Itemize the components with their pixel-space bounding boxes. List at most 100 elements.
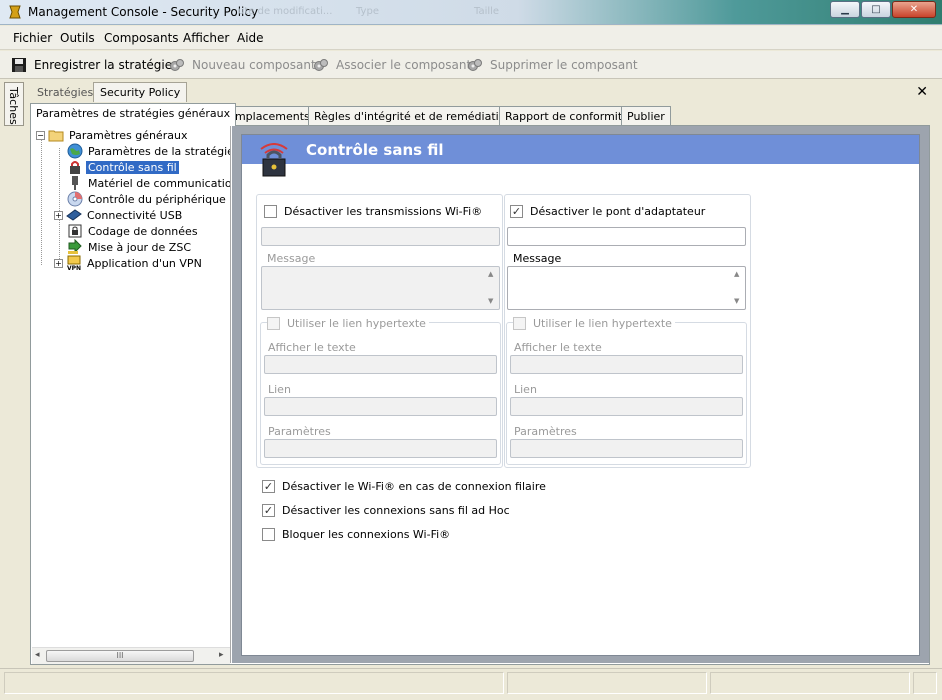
menu-afficher[interactable]: Afficher: [183, 31, 229, 45]
scroll-grip: III: [116, 651, 124, 660]
close-window-button[interactable]: ✕: [892, 1, 936, 18]
status-segment: [710, 672, 910, 694]
expand-icon[interactable]: +: [54, 210, 63, 220]
encryption-icon: [68, 224, 82, 238]
tasks-side-tab[interactable]: Tâches: [4, 82, 24, 126]
use-hyperlink-checkbox[interactable]: Utiliser le lien hypertexte: [513, 317, 675, 330]
disable-adhoc-checkbox[interactable]: ✓ Désactiver les connexions sans fil ad …: [262, 504, 510, 517]
tree-item-zsc-update[interactable]: Mise à jour de ZSC: [67, 239, 193, 255]
tree-item-label: Contrôle du périphérique d: [88, 192, 231, 206]
tree-item-policy-settings[interactable]: Paramètres de la stratégie: [67, 143, 230, 159]
checkbox-box[interactable]: ✓: [262, 504, 275, 517]
checkbox-box[interactable]: ✓: [262, 480, 275, 493]
link-label: Lien: [268, 383, 291, 396]
tab-general-settings[interactable]: Paramètres de stratégies généraux: [30, 103, 237, 126]
scroll-thumb[interactable]: III: [46, 650, 194, 662]
status-segment: [507, 672, 707, 694]
message-label: Message: [513, 252, 562, 265]
connector-icon: [72, 176, 78, 190]
tree-item-vpn-enforcement[interactable]: + VPN Application d'un VPN: [54, 255, 204, 271]
checkbox-box[interactable]: [264, 205, 277, 218]
associate-component-button[interactable]: Associer le composant: [313, 57, 471, 73]
checkbox-label: Utiliser le lien hypertexte: [287, 317, 426, 330]
checkbox-box[interactable]: ✓: [510, 205, 523, 218]
display-text-input[interactable]: [510, 355, 743, 374]
adapter-bridge-input[interactable]: [507, 227, 746, 246]
vpn-icon: VPN: [67, 255, 81, 271]
tasks-side-label: Tâches: [7, 87, 20, 125]
tab-publish[interactable]: Publier: [621, 106, 671, 126]
globe-icon: [67, 143, 83, 159]
save-policy-label: Enregistrer la stratégie: [34, 58, 173, 72]
scroll-down-icon[interactable]: ▼: [734, 297, 739, 305]
menu-outils[interactable]: Outils: [60, 31, 95, 45]
maximize-button[interactable]: □: [861, 1, 891, 18]
app-icon: [9, 5, 21, 19]
resize-grip[interactable]: [913, 672, 937, 694]
tree-item-label: Connectivité USB: [87, 208, 183, 222]
disable-adapter-bridge-checkbox[interactable]: ✓ Désactiver le pont d'adaptateur: [510, 205, 705, 218]
delete-component-button[interactable]: Supprimer le composant: [467, 57, 638, 73]
collapse-icon[interactable]: −: [36, 130, 45, 140]
gears-icon: [170, 59, 184, 71]
scroll-down-icon[interactable]: ▼: [488, 297, 493, 305]
checkbox-box[interactable]: [513, 317, 526, 330]
menu-composants[interactable]: Composants: [104, 31, 179, 45]
tree-item-data-encoding[interactable]: Codage de données: [67, 223, 200, 239]
associate-component-label: Associer le composant: [336, 58, 472, 72]
status-bar: [0, 668, 942, 700]
gears-icon: [468, 59, 482, 71]
message-textarea[interactable]: ▲ ▼: [507, 266, 746, 310]
display-text-input[interactable]: [264, 355, 497, 374]
tab-security-policy[interactable]: Security Policy: [93, 82, 188, 102]
tree-item-label: Codage de données: [88, 224, 198, 238]
link-input[interactable]: [264, 397, 497, 416]
new-component-button[interactable]: Nouveau composant: [169, 57, 316, 73]
tree-root[interactable]: − Paramètres généraux: [36, 127, 189, 143]
ghost-text: Taille: [474, 6, 500, 17]
tab-strategies[interactable]: Stratégies: [30, 82, 101, 102]
new-component-label: Nouveau composant: [192, 58, 316, 72]
parameters-input[interactable]: [510, 439, 743, 458]
usb-icon: [66, 209, 82, 221]
message-label: Message: [267, 252, 316, 265]
tree-item-communication-hardware[interactable]: Matériel de communication: [67, 175, 231, 191]
scroll-right-icon[interactable]: ▸: [219, 650, 224, 660]
scroll-up-icon[interactable]: ▲: [488, 270, 493, 278]
expand-icon[interactable]: +: [54, 258, 63, 268]
tree-item-wireless-control[interactable]: Contrôle sans fil: [67, 159, 179, 175]
scroll-left-icon[interactable]: ◂: [35, 650, 40, 660]
menu-fichier[interactable]: Fichier: [13, 31, 52, 45]
ghost-text: Type: [356, 6, 379, 17]
link-input[interactable]: [510, 397, 743, 416]
disc-icon: [67, 191, 83, 207]
panel-header: Contrôle sans fil: [242, 135, 919, 177]
message-scrollbar[interactable]: ▲ ▼: [484, 267, 499, 309]
block-wifi-connections-checkbox[interactable]: Bloquer les connexions Wi-Fi®: [262, 528, 450, 541]
disable-wifi-on-wired-checkbox[interactable]: ✓ Désactiver le Wi-Fi® en cas de connexi…: [262, 480, 546, 493]
message-scrollbar[interactable]: ▲ ▼: [730, 267, 745, 309]
message-textarea[interactable]: ▲ ▼: [261, 266, 500, 310]
link-label: Lien: [514, 383, 537, 396]
save-policy-button[interactable]: Enregistrer la stratégie: [11, 57, 172, 73]
tree-item-label: Matériel de communication: [88, 176, 231, 190]
minimize-button[interactable]: ▁: [830, 1, 860, 18]
checkbox-box[interactable]: [262, 528, 275, 541]
checkbox-box[interactable]: [267, 317, 280, 330]
disable-wifi-transmissions-checkbox[interactable]: Désactiver les transmissions Wi-Fi®: [264, 205, 482, 218]
use-hyperlink-checkbox[interactable]: Utiliser le lien hypertexte: [267, 317, 429, 330]
tab-compliance-report[interactable]: Rapport de conformité: [499, 106, 635, 126]
close-tab-icon[interactable]: ✕: [916, 84, 928, 100]
checkbox-label: Désactiver les transmissions Wi-Fi®: [284, 205, 483, 218]
tree-item-device-control[interactable]: Contrôle du périphérique d: [67, 191, 231, 207]
scroll-up-icon[interactable]: ▲: [734, 270, 739, 278]
wireless-control-panel: Contrôle sans fil Désactiver les transmi…: [241, 134, 920, 656]
wireless-lock-icon: [260, 143, 288, 177]
tree-item-usb-connectivity[interactable]: + Connectivité USB: [54, 207, 184, 223]
tree-horizontal-scrollbar[interactable]: ◂ III ▸: [32, 647, 230, 664]
menu-aide[interactable]: Aide: [237, 31, 264, 45]
wifi-transmissions-input[interactable]: [261, 227, 500, 246]
tab-integrity-rules[interactable]: Règles d'intégrité et de remédiation: [308, 106, 519, 126]
update-icon: [68, 239, 82, 254]
parameters-input[interactable]: [264, 439, 497, 458]
